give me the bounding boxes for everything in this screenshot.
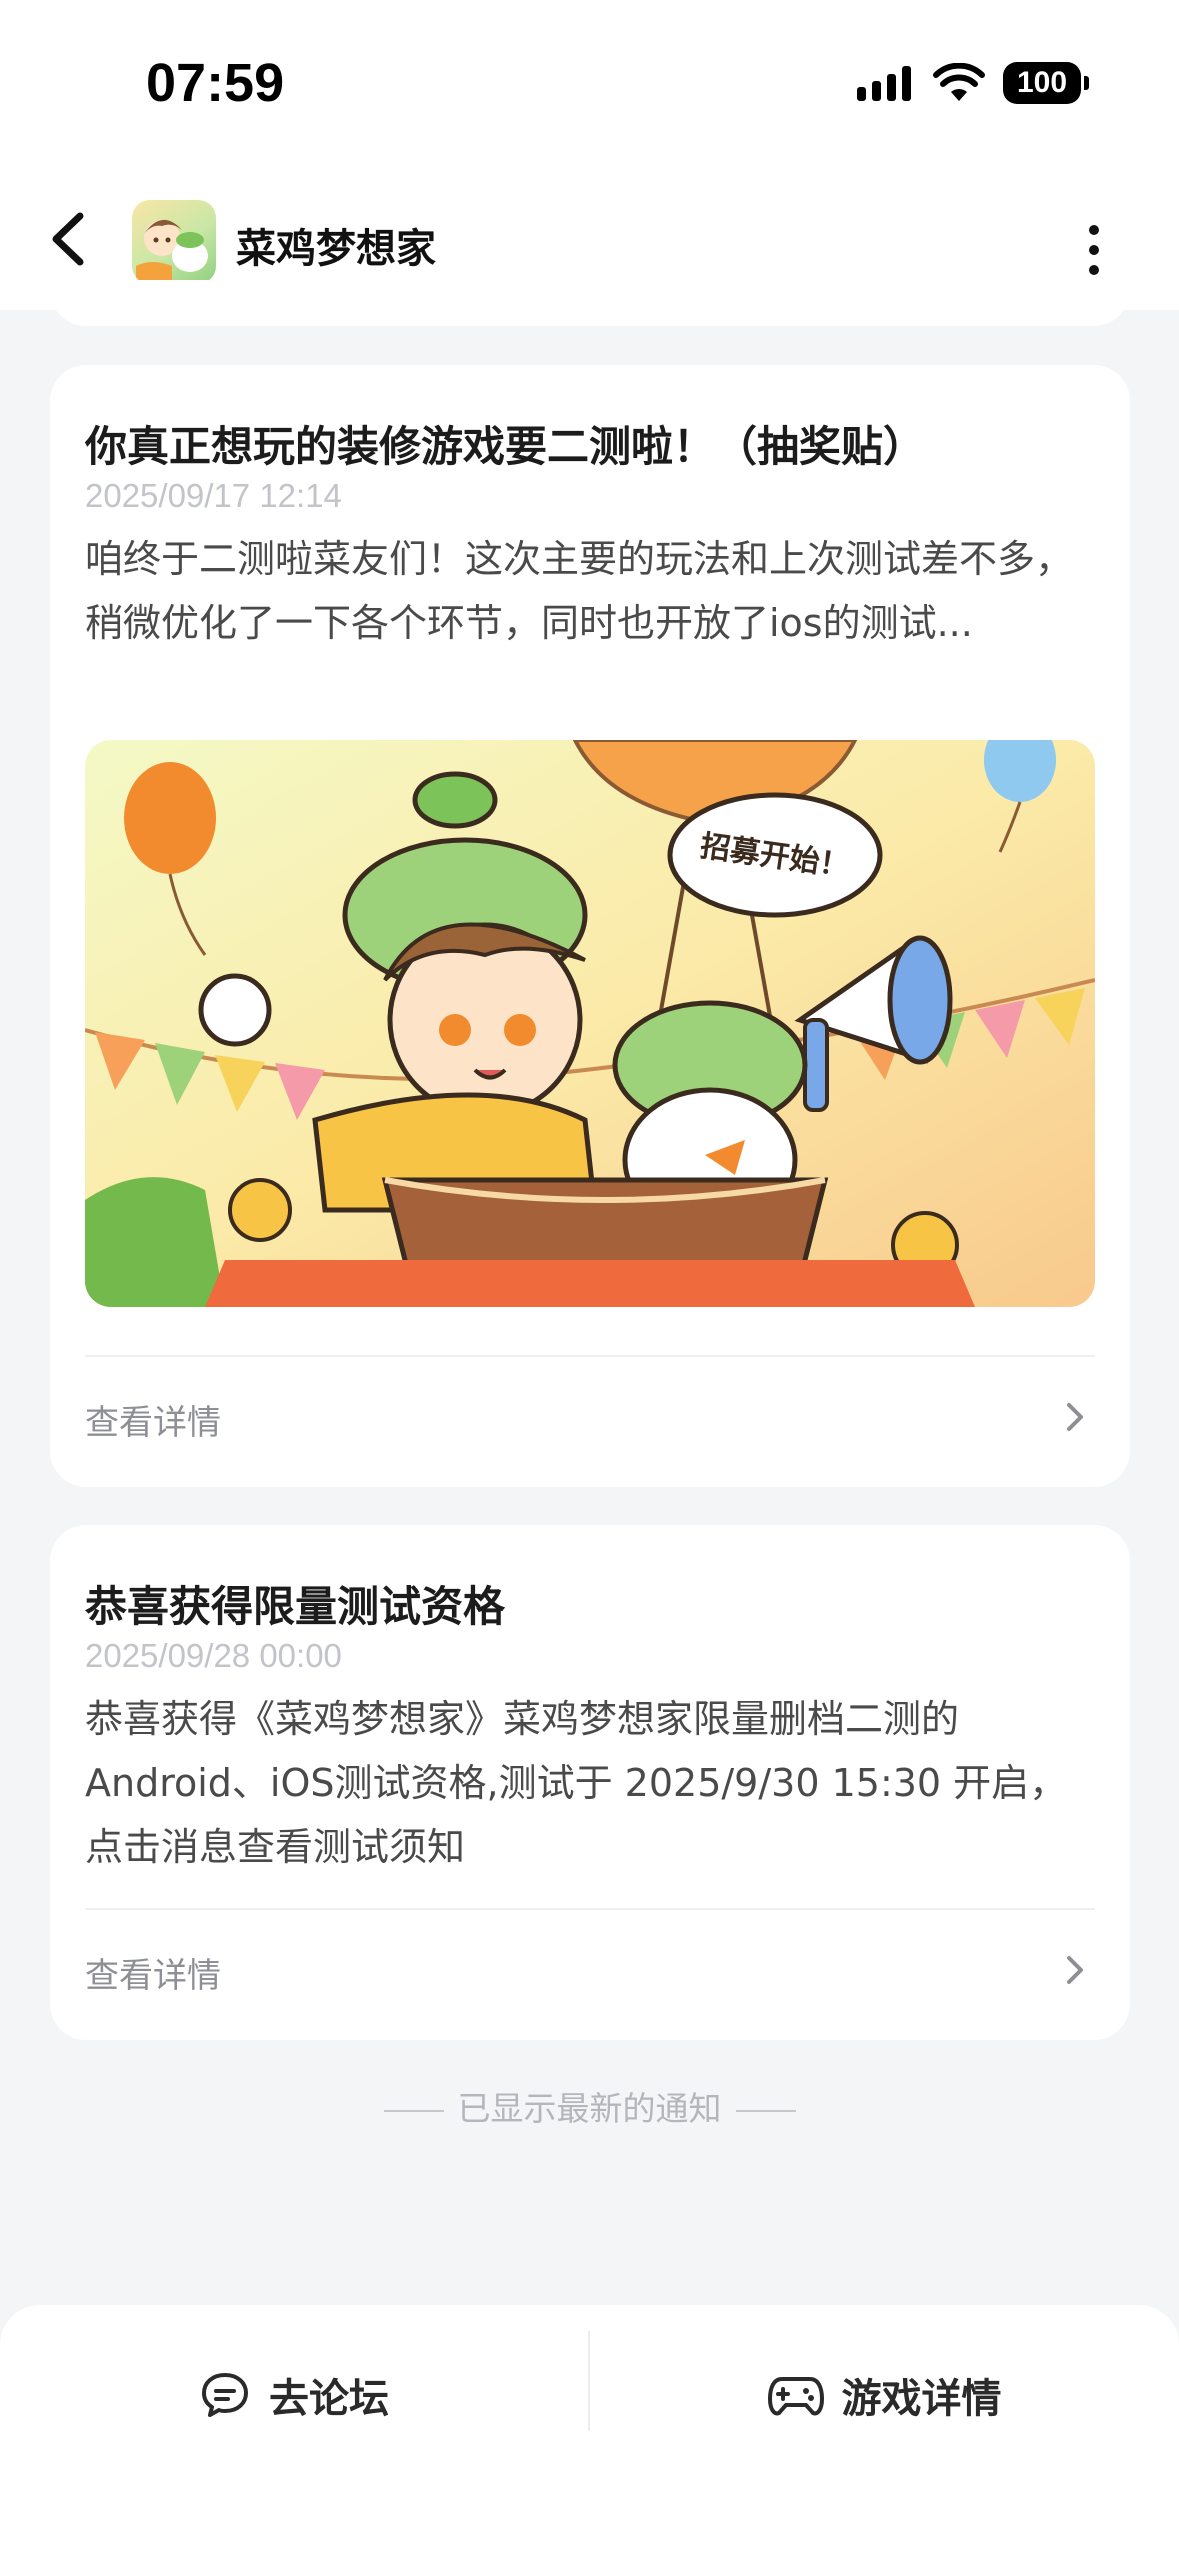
card-divider xyxy=(85,1908,1095,1910)
card-date: 2025/09/17 12:14 xyxy=(85,477,342,514)
end-of-list-text: 已显示最新的通知 xyxy=(457,2089,722,2128)
chat-bubble-icon xyxy=(202,2373,248,2417)
signal-icon xyxy=(857,66,911,101)
card-body: 恭喜获得《菜鸡梦想家》菜鸡梦想家限量删档二测的 Android、iOS测试资格,… xyxy=(85,1697,1068,1869)
bottom-action-bar: 去论坛 游戏详情 xyxy=(0,2305,1179,2556)
gamepad-icon xyxy=(767,2377,824,2416)
card-divider xyxy=(85,1355,1095,1357)
end-of-list-note: 已显示最新的通知 xyxy=(0,2082,1179,2130)
card-date: 2025/09/28 00:00 xyxy=(85,1637,342,1674)
view-details-label: 查看详情 xyxy=(85,1956,221,1996)
notification-card[interactable]: 你真正想玩的装修游戏要二测啦！（抽奖贴） 2025/09/17 12:14 咱终… xyxy=(50,365,1130,1487)
back-arrow-icon[interactable] xyxy=(40,204,100,274)
divider-line xyxy=(383,2109,444,2112)
divider-line xyxy=(735,2109,796,2112)
go-to-forum-button[interactable]: 去论坛 xyxy=(0,2345,588,2445)
go-to-forum-label: 去论坛 xyxy=(269,2376,389,2422)
chevron-right-icon xyxy=(1067,1403,1083,1431)
card-title: 恭喜获得限量测试资格 xyxy=(85,1582,506,1631)
notification-page: 07:59 100 菜鸡梦想家 你真正想玩的装修游戏要二测啦！（抽奖贴） 202… xyxy=(0,0,1179,2556)
game-details-label: 游戏详情 xyxy=(841,2376,1002,2422)
view-details-row[interactable]: 查看详情 xyxy=(85,1940,1095,2000)
view-details-row[interactable]: 查看详情 xyxy=(85,1387,1095,1447)
page-title: 菜鸡梦想家 xyxy=(236,226,436,272)
app-icon[interactable] xyxy=(132,200,216,284)
more-vertical-icon[interactable] xyxy=(1079,220,1109,280)
view-details-label: 查看详情 xyxy=(85,1403,221,1443)
wifi-icon xyxy=(933,63,985,101)
previous-card-edge xyxy=(50,280,1130,326)
notification-card[interactable]: 恭喜获得限量测试资格 2025/09/28 00:00 恭喜获得《菜鸡梦想家》菜… xyxy=(50,1525,1130,2040)
status-icons: 100 xyxy=(855,62,1089,104)
status-bar: 07:59 100 xyxy=(0,0,1179,170)
status-time: 07:59 xyxy=(146,53,285,113)
game-details-button[interactable]: 游戏详情 xyxy=(590,2345,1179,2445)
chevron-right-icon xyxy=(1067,1956,1083,1984)
card-body: 咱终于二测啦菜友们！这次主要的玩法和上次测试差不多，稍微优化了一下各个环节，同时… xyxy=(85,537,1074,645)
card-title: 你真正想玩的装修游戏要二测啦！（抽奖贴） xyxy=(85,422,926,471)
banner-image[interactable]: 招募开始！ xyxy=(85,740,1095,1307)
battery-icon: 100 xyxy=(1003,62,1089,104)
